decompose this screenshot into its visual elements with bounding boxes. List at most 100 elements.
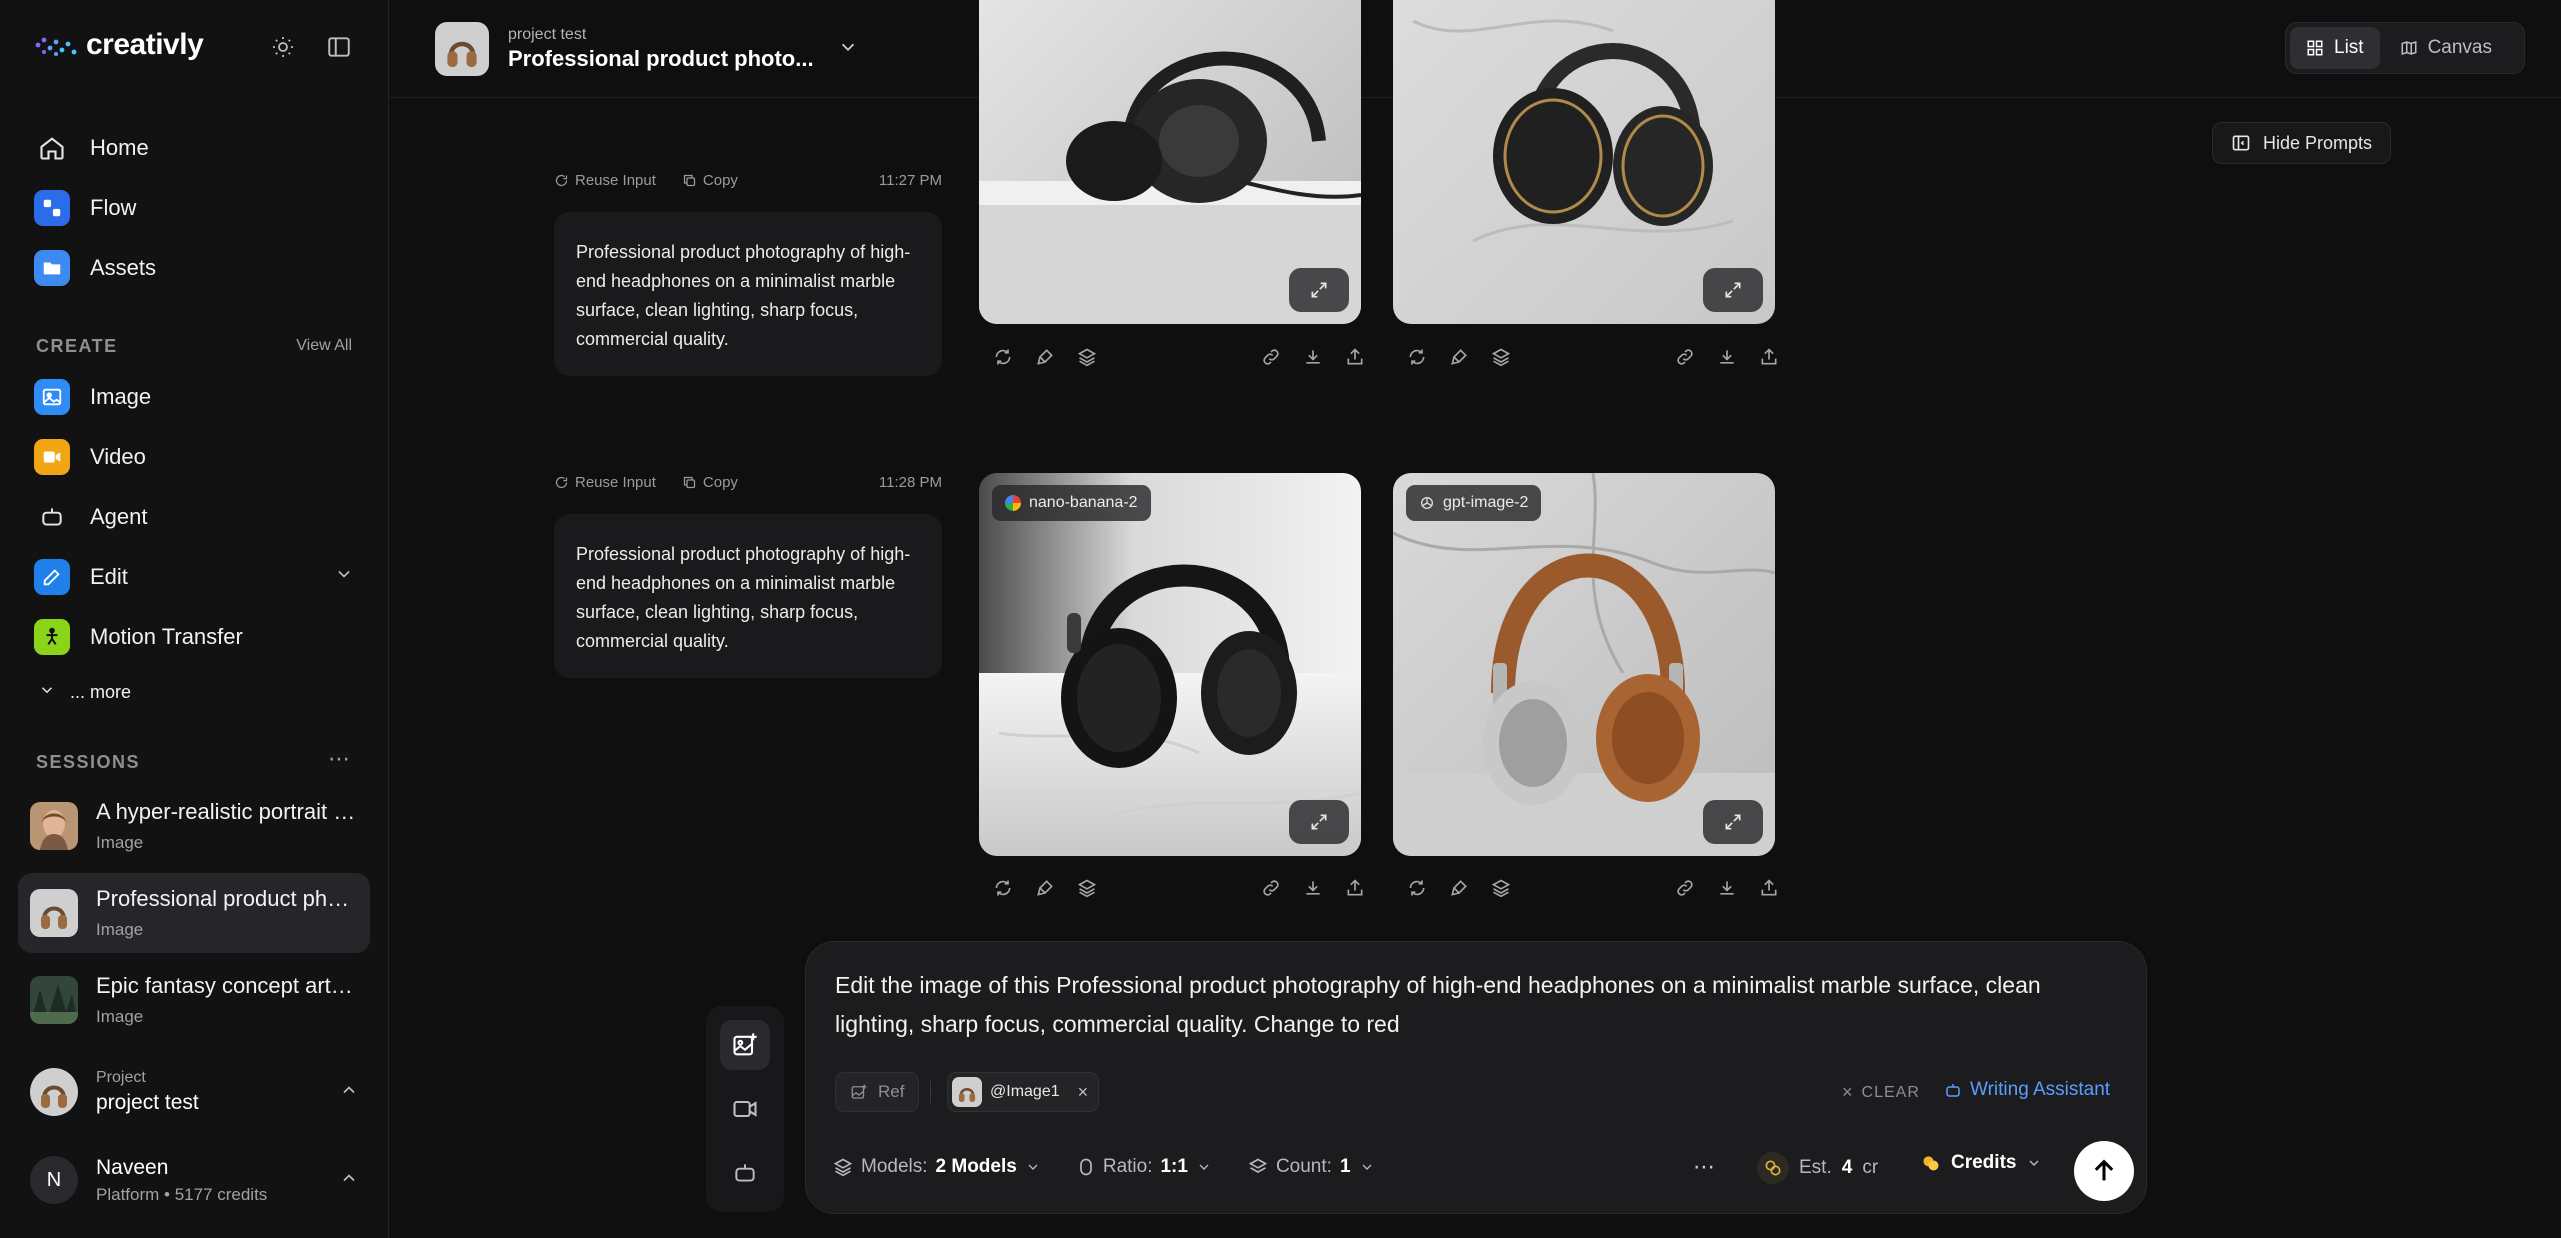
expand-button[interactable] — [1703, 800, 1763, 844]
list-view-button[interactable]: List — [2290, 27, 2380, 69]
expand-button[interactable] — [1703, 268, 1763, 312]
brush-icon[interactable] — [1447, 345, 1471, 369]
generated-image[interactable]: nano-banana-2 — [979, 473, 1361, 856]
copy-button[interactable]: Copy — [682, 172, 738, 189]
reuse-input-label: Reuse Input — [575, 474, 656, 491]
regenerate-icon[interactable] — [991, 876, 1015, 900]
image-plus-icon — [851, 1084, 867, 1099]
nav-video[interactable]: Video — [34, 434, 146, 480]
writing-assistant-button[interactable]: Writing Assistant — [1944, 1079, 2110, 1101]
session-item[interactable]: A hyper-realistic portrait of a woman...… — [18, 786, 370, 866]
expand-icon — [1311, 282, 1327, 298]
prompt-card: Professional product photography of high… — [554, 212, 942, 376]
reuse-input-button[interactable]: Reuse Input — [554, 172, 656, 189]
nav-agent[interactable]: Agent — [34, 494, 148, 540]
brush-icon[interactable] — [1033, 876, 1057, 900]
nav-motion-transfer[interactable]: Motion Transfer — [34, 614, 243, 660]
expand-button[interactable] — [1289, 268, 1349, 312]
project-selector[interactable]: Project project test — [0, 1064, 389, 1120]
ratio-dropdown[interactable]: Ratio: 1:1 — [1077, 1156, 1212, 1178]
agent-mode-button[interactable] — [720, 1148, 770, 1198]
link-icon[interactable] — [1259, 345, 1283, 369]
coins-icon — [1923, 1156, 1939, 1171]
image-reference-chip[interactable]: @Image1 × — [947, 1072, 1100, 1112]
more-options-icon[interactable]: ⋯ — [1693, 1154, 1716, 1180]
refresh-icon — [555, 476, 568, 489]
nav-more-label: ... more — [70, 681, 132, 702]
link-icon[interactable] — [1673, 345, 1697, 369]
arrow-up-icon — [2094, 1159, 2114, 1181]
layers-icon[interactable] — [1489, 876, 1513, 900]
count-label: Count: — [1275, 1156, 1332, 1177]
copy-button[interactable]: Copy — [682, 474, 738, 491]
ref-button[interactable]: Ref — [835, 1072, 920, 1112]
session-title: Epic fantasy concept art of a forest... — [96, 973, 358, 998]
link-icon[interactable] — [1673, 876, 1697, 900]
nav-edit[interactable]: Edit — [34, 554, 354, 600]
image-mode-button[interactable] — [720, 1020, 770, 1070]
regenerate-icon[interactable] — [991, 345, 1015, 369]
pen-icon — [34, 559, 70, 595]
model-badge: nano-banana-2 — [992, 485, 1151, 521]
download-icon[interactable] — [1301, 876, 1325, 900]
layers-icon[interactable] — [1489, 345, 1513, 369]
model-name: gpt-image-2 — [1443, 494, 1529, 511]
user-menu[interactable]: N Naveen Platform • 5177 credits — [0, 1152, 389, 1208]
nav-image[interactable]: Image — [34, 374, 151, 420]
regenerate-icon[interactable] — [1405, 876, 1429, 900]
chevron-down-icon[interactable] — [837, 36, 859, 63]
link-icon[interactable] — [1259, 876, 1283, 900]
prompt-input[interactable]: Edit the image of this Professional prod… — [835, 966, 2075, 1044]
brush-icon[interactable] — [1447, 876, 1471, 900]
session-item[interactable]: Epic fantasy concept art of a forest... … — [18, 960, 370, 1040]
generated-image[interactable] — [1393, 0, 1775, 324]
sessions-section-label: SESSIONS — [36, 752, 141, 772]
send-button[interactable] — [2074, 1141, 2134, 1201]
nav-flow[interactable]: Flow — [34, 185, 136, 231]
share-icon[interactable] — [1757, 345, 1781, 369]
brush-icon[interactable] — [1033, 345, 1057, 369]
brand-logo[interactable]: creativly — [34, 28, 204, 62]
expand-button[interactable] — [1289, 800, 1349, 844]
reuse-input-button[interactable]: Reuse Input — [554, 474, 656, 491]
sessions-more-icon[interactable]: ⋯ — [328, 746, 350, 772]
nav-assets[interactable]: Assets — [34, 245, 156, 291]
row-meta: Reuse Input Copy 11:27 PM — [554, 172, 942, 189]
clear-button[interactable]: × CLEAR — [1842, 1082, 1920, 1103]
view-all-link[interactable]: View All — [296, 337, 352, 355]
theme-toggle-icon[interactable] — [266, 30, 300, 64]
share-icon[interactable] — [1757, 876, 1781, 900]
mode-toolbar — [706, 1006, 784, 1212]
video-mode-button[interactable] — [720, 1084, 770, 1134]
count-dropdown[interactable]: Count: 1 — [1248, 1156, 1375, 1178]
sidebar-collapse-icon[interactable] — [322, 30, 356, 64]
project-title[interactable]: Professional product photo... — [508, 46, 814, 72]
chevron-down-icon — [38, 681, 56, 704]
session-type: Image — [96, 920, 144, 939]
hide-prompts-button[interactable]: Hide Prompts — [2212, 122, 2392, 164]
nav-home[interactable]: Home — [34, 125, 149, 171]
generated-image[interactable] — [979, 0, 1361, 324]
credits-dropdown[interactable]: Credits — [1921, 1152, 2042, 1174]
image-actions — [991, 874, 1373, 902]
expand-icon — [1725, 814, 1741, 830]
google-icon — [1005, 495, 1021, 511]
download-icon[interactable] — [1301, 345, 1325, 369]
session-item-active[interactable]: Professional product photography... Imag… — [18, 873, 370, 953]
generated-image[interactable]: gpt-image-2 — [1393, 473, 1775, 856]
folder-icon — [34, 250, 70, 286]
flow-icon — [34, 190, 70, 226]
share-icon[interactable] — [1343, 345, 1367, 369]
layers-icon[interactable] — [1075, 876, 1099, 900]
download-icon[interactable] — [1715, 876, 1739, 900]
share-icon[interactable] — [1343, 876, 1367, 900]
remove-icon[interactable]: × — [1078, 1082, 1089, 1103]
nav-more[interactable]: ... more — [38, 669, 131, 715]
canvas-view-button[interactable]: Canvas — [2384, 27, 2508, 69]
ref-label: Ref — [878, 1082, 905, 1101]
canvas-view-label: Canvas — [2427, 37, 2492, 58]
download-icon[interactable] — [1715, 345, 1739, 369]
models-dropdown[interactable]: Models: 2 Models — [833, 1156, 1041, 1178]
regenerate-icon[interactable] — [1405, 345, 1429, 369]
layers-icon[interactable] — [1075, 345, 1099, 369]
